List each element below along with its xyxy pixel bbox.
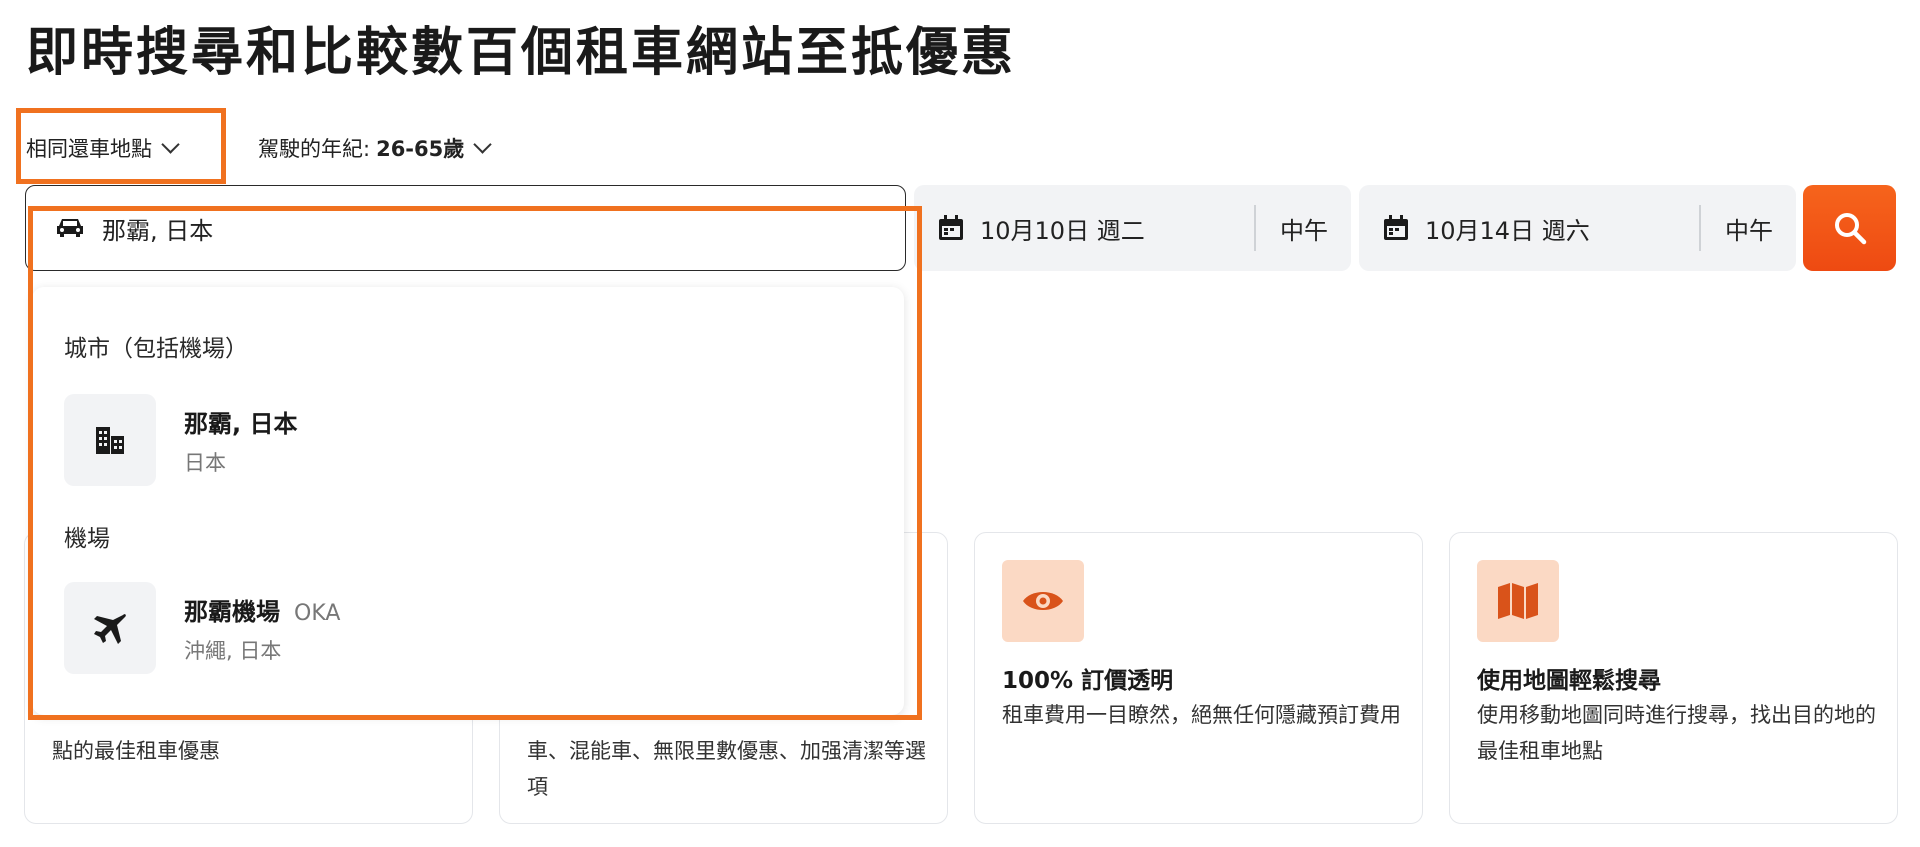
feature-card-title: 使用地圖輕鬆搜尋 — [1477, 668, 1661, 694]
driver-age-label: 駕駛的年紀: — [258, 137, 371, 161]
eye-icon — [1002, 560, 1084, 642]
city-buildings-icon — [64, 394, 156, 486]
feature-card-transparent-pricing: 100% 訂價透明 租車費用一目瞭然，絕無任何隱藏預訂費用 — [974, 532, 1423, 824]
suggestion-subtitle: 日本 — [184, 450, 226, 475]
feature-card-title: 100% 訂價透明 — [1002, 668, 1174, 694]
feature-card-desc: 點的最佳租車優惠 — [52, 739, 220, 763]
section-header-airports: 機場 — [64, 526, 110, 552]
suggestion-name: 那霸機場 — [184, 597, 280, 626]
pickup-location-input[interactable]: 那霸, 日本 — [25, 185, 906, 271]
feature-card-map-search: 使用地圖輕鬆搜尋 使用移動地圖同時進行搜尋，找出目的地的最佳租車地點 — [1449, 532, 1898, 824]
page-title: 即時搜尋和比較數百個租車網站至抵優惠 — [26, 23, 1017, 83]
driver-age-dropdown[interactable]: 駕駛的年紀: 26-65歲 — [258, 130, 492, 166]
dropoff-date-value: 10月14日 週六 — [1425, 216, 1590, 245]
feature-card-desc: 租車費用一目瞭然，絕無任何隱藏預訂費用 — [1002, 703, 1401, 727]
driver-age-value: 26-65歲 — [376, 137, 465, 161]
airplane-icon — [64, 582, 156, 674]
pickup-date-value: 10月10日 週二 — [980, 216, 1145, 245]
pickup-location-value: 那霸, 日本 — [102, 216, 214, 245]
search-icon — [1834, 213, 1866, 245]
calendar-icon — [939, 215, 963, 240]
section-header-cities: 城市（包括機場） — [64, 336, 248, 362]
divider — [1699, 205, 1701, 251]
car-icon — [57, 219, 83, 237]
airport-code: OKA — [294, 600, 341, 626]
dropoff-time-value[interactable]: 中午 — [1725, 211, 1773, 246]
suggestion-item-naha-city[interactable]: 那霸, 日本 日本 — [64, 392, 874, 488]
suggestion-item-naha-airport[interactable]: 那霸機場 OKA 沖繩, 日本 — [64, 580, 874, 676]
dropoff-date-field[interactable]: 10月14日 週六 中午 — [1359, 185, 1796, 271]
pickup-date-field[interactable]: 10月10日 週二 中午 — [914, 185, 1351, 271]
search-button[interactable] — [1803, 185, 1896, 271]
feature-card-desc: 車、混能車、無限里數優惠、加强清潔等選項 — [527, 739, 926, 799]
map-icon — [1477, 560, 1559, 642]
suggestion-subtitle: 沖繩, 日本 — [184, 638, 282, 663]
pickup-time-value[interactable]: 中午 — [1280, 211, 1328, 246]
calendar-icon — [1384, 215, 1408, 240]
location-suggestions-dropdown: 城市（包括機場） 那霸, 日本 日本 機場 那霸機場 OKA 沖繩, 日本 — [32, 287, 904, 715]
chevron-down-icon — [473, 135, 492, 154]
suggestion-name: 那霸, 日本 — [184, 409, 298, 438]
highlight-box-return-option — [16, 108, 226, 184]
feature-card-desc: 使用移動地圖同時進行搜尋，找出目的地的最佳租車地點 — [1477, 703, 1876, 763]
divider — [1254, 205, 1256, 251]
